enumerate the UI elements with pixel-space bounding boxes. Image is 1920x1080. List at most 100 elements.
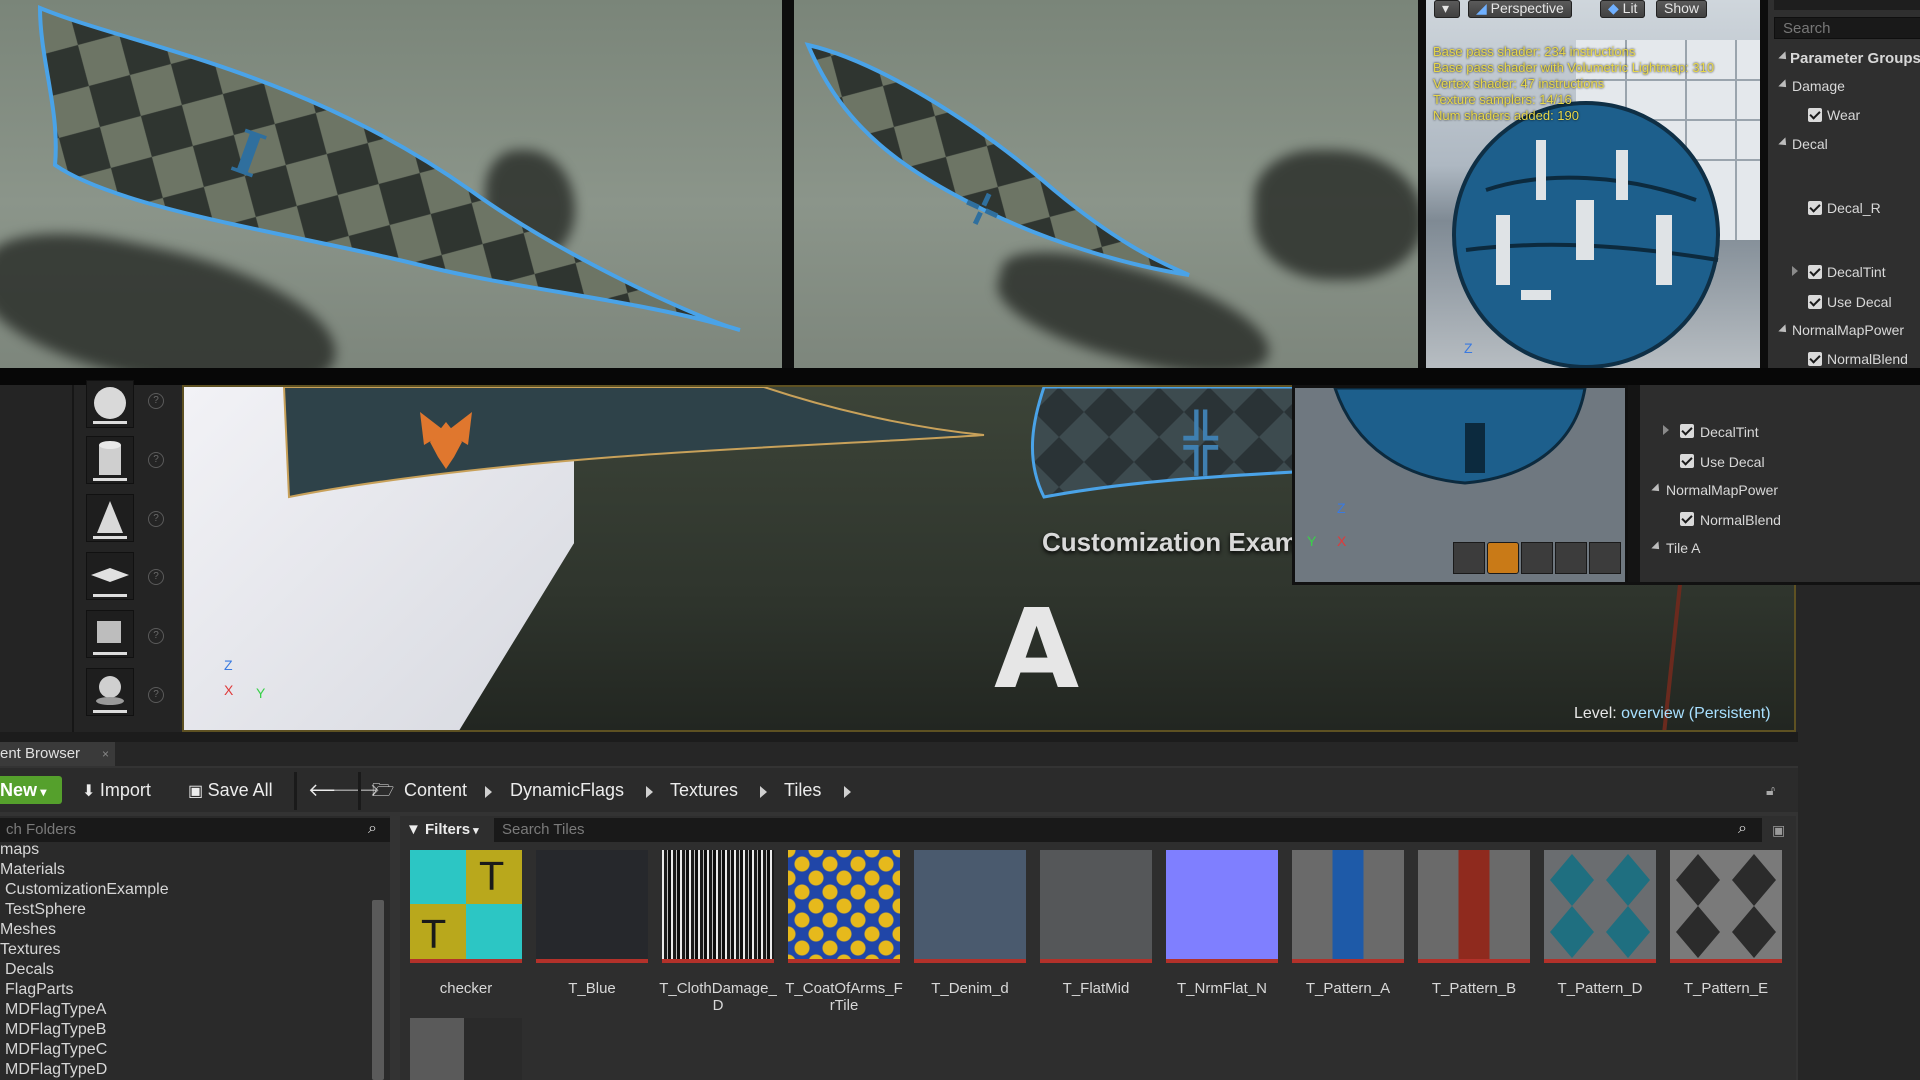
breadcrumb-arrow-icon[interactable]: [844, 786, 851, 798]
asset-thumbnail-t-pattern-a[interactable]: [1292, 850, 1404, 963]
folder-item[interactable]: FlagParts: [5, 980, 73, 1000]
asset-thumbnail-t-pattern-b[interactable]: [1418, 850, 1530, 963]
chevron-down-icon: ▾: [470, 825, 479, 837]
folder-item[interactable]: maps: [0, 840, 39, 860]
floating-preview-window[interactable]: Z Y X: [1292, 385, 1628, 585]
preview-axis: Z: [1464, 340, 1473, 356]
folder-item[interactable]: MDFlagTypeB: [5, 1020, 106, 1040]
viewport-options-button[interactable]: ▾: [1434, 0, 1460, 18]
new-button[interactable]: New ▾: [0, 776, 62, 804]
asset-thumbnail-t-denim[interactable]: [914, 850, 1026, 963]
breadcrumb-dynamicflags[interactable]: DynamicFlags: [510, 779, 624, 801]
sphere-preview-button[interactable]: [1487, 542, 1519, 574]
folder-item[interactable]: MDFlagTypeA: [5, 1000, 106, 1020]
svg-text:T: T: [421, 913, 446, 957]
details-search-input[interactable]: Search: [1774, 17, 1920, 39]
modes-divider: [72, 385, 74, 732]
asset-thumbnail-t-pattern-e[interactable]: [1670, 850, 1782, 963]
breadcrumb-arrow-icon[interactable]: [646, 786, 653, 798]
decaltint-checkbox-lower[interactable]: [1680, 424, 1694, 438]
save-all-button[interactable]: ▣ Save All: [188, 779, 273, 803]
filters-button[interactable]: ▼ Filters ▾: [406, 818, 488, 842]
content-browser-tab[interactable]: ent Browser ×: [0, 742, 115, 766]
preview-axis-x: X: [1337, 533, 1347, 549]
search-icon[interactable]: ⌕: [1738, 820, 1747, 838]
breadcrumb-arrow-icon[interactable]: [760, 786, 767, 798]
asset-thumbnail-t-coatofarms[interactable]: [788, 850, 900, 963]
details-header-bar: [1774, 0, 1920, 10]
shader-stats: Base pass shader: 234 instructions Base …: [1433, 44, 1714, 124]
flag-viewport-right[interactable]: ⊹: [794, 0, 1418, 368]
import-button[interactable]: ⬇ Import: [82, 779, 151, 803]
save-search-icon[interactable]: ▣: [1772, 822, 1785, 839]
breadcrumb-textures[interactable]: Textures: [670, 779, 738, 801]
help-icon[interactable]: ?: [148, 628, 164, 644]
close-tab-icon[interactable]: ×: [102, 742, 109, 766]
help-icon[interactable]: ?: [148, 393, 164, 409]
asset-thumbnail-t-flatmid[interactable]: [1040, 850, 1152, 963]
help-icon[interactable]: ?: [148, 569, 164, 585]
folder-item[interactable]: Materials: [0, 860, 65, 880]
breadcrumb-arrow-icon[interactable]: [485, 786, 492, 798]
teapot-preview-button[interactable]: [1589, 542, 1621, 574]
help-icon[interactable]: ?: [148, 511, 164, 527]
group-normalmappower[interactable]: NormalMapPower: [1792, 322, 1904, 338]
asset-type-bar: [1544, 959, 1656, 963]
group-tile-a[interactable]: Tile A: [1666, 540, 1701, 556]
cylinder-shape-item[interactable]: [86, 436, 134, 484]
perspective-button[interactable]: ◢ Perspective: [1468, 0, 1572, 18]
asset-thumbnail-t-nrmflat[interactable]: [1166, 850, 1278, 963]
folder-item[interactable]: MDFlagTypeD: [5, 1060, 107, 1080]
asset-thumbnail-partial[interactable]: [410, 1018, 522, 1080]
show-button[interactable]: Show: [1656, 0, 1708, 18]
folder-item[interactable]: TestSphere: [5, 900, 86, 920]
sphere-shape-item[interactable]: [86, 380, 134, 428]
box-shape-item[interactable]: [86, 610, 134, 658]
cube-preview-button[interactable]: [1555, 542, 1587, 574]
stat-line: Texture samplers: 14/16: [1433, 92, 1572, 107]
asset-type-bar: [1040, 959, 1152, 963]
folder-item[interactable]: MDFlagTypeC: [5, 1040, 107, 1060]
breadcrumb-tiles[interactable]: Tiles: [784, 779, 821, 801]
asset-thumbnail-t-blue[interactable]: [536, 850, 648, 963]
level-name[interactable]: overview (Persistent): [1621, 705, 1770, 722]
plane-shape-item[interactable]: [86, 552, 134, 600]
folder-item[interactable]: Textures: [0, 940, 60, 960]
expand-arrow-icon[interactable]: [1663, 425, 1669, 435]
asset-thumbnail-t-clothdamage[interactable]: [662, 850, 774, 963]
folder-search-input[interactable]: ch Folders: [0, 818, 390, 842]
search-icon[interactable]: ⌕: [368, 820, 377, 838]
group-damage[interactable]: Damage: [1792, 78, 1845, 94]
normalblend-checkbox[interactable]: [1808, 352, 1822, 366]
asset-label: T_NrmFlat_N: [1176, 980, 1267, 997]
wear-checkbox[interactable]: [1808, 108, 1822, 122]
filters-label: Filters: [425, 821, 471, 838]
group-normalmappower-lower[interactable]: NormalMapPower: [1666, 482, 1778, 498]
help-icon[interactable]: ?: [148, 687, 164, 703]
normalblend-checkbox-lower[interactable]: [1680, 512, 1694, 526]
decal-r-checkbox[interactable]: [1808, 201, 1822, 215]
breadcrumb-content[interactable]: Content: [404, 779, 467, 801]
stat-line: Base pass shader: 234 instructions: [1433, 44, 1636, 59]
help-icon[interactable]: ?: [148, 452, 164, 468]
flag-viewport-left[interactable]: I: [0, 0, 782, 368]
cone-shape-item[interactable]: [86, 494, 134, 542]
use-decal-checkbox[interactable]: [1808, 295, 1822, 309]
folder-item[interactable]: Decals: [5, 960, 54, 980]
asset-search-input[interactable]: Search Tiles: [494, 818, 1762, 842]
asset-thumbnail-t-pattern-d[interactable]: [1544, 850, 1656, 963]
use-decal-checkbox-lower[interactable]: [1680, 454, 1694, 468]
lit-button[interactable]: ◆ Lit: [1600, 0, 1646, 18]
folder-item[interactable]: Meshes: [0, 920, 56, 940]
cylinder-preview-button[interactable]: [1453, 542, 1485, 574]
lock-icon[interactable]: 🔓︎: [1766, 779, 1775, 801]
group-decal[interactable]: Decal: [1792, 136, 1828, 152]
decaltint-checkbox[interactable]: [1808, 265, 1822, 279]
asset-thumbnail-checker[interactable]: TT: [410, 850, 522, 963]
parameter-groups-header: Parameter Groups: [1790, 50, 1920, 67]
folder-scrollbar[interactable]: [372, 900, 384, 1080]
expand-arrow-icon[interactable]: [1792, 266, 1798, 276]
sphere-pedestal-shape-item[interactable]: [86, 668, 134, 716]
plane-preview-button[interactable]: [1521, 542, 1553, 574]
folder-item[interactable]: CustomizationExample: [5, 880, 169, 900]
